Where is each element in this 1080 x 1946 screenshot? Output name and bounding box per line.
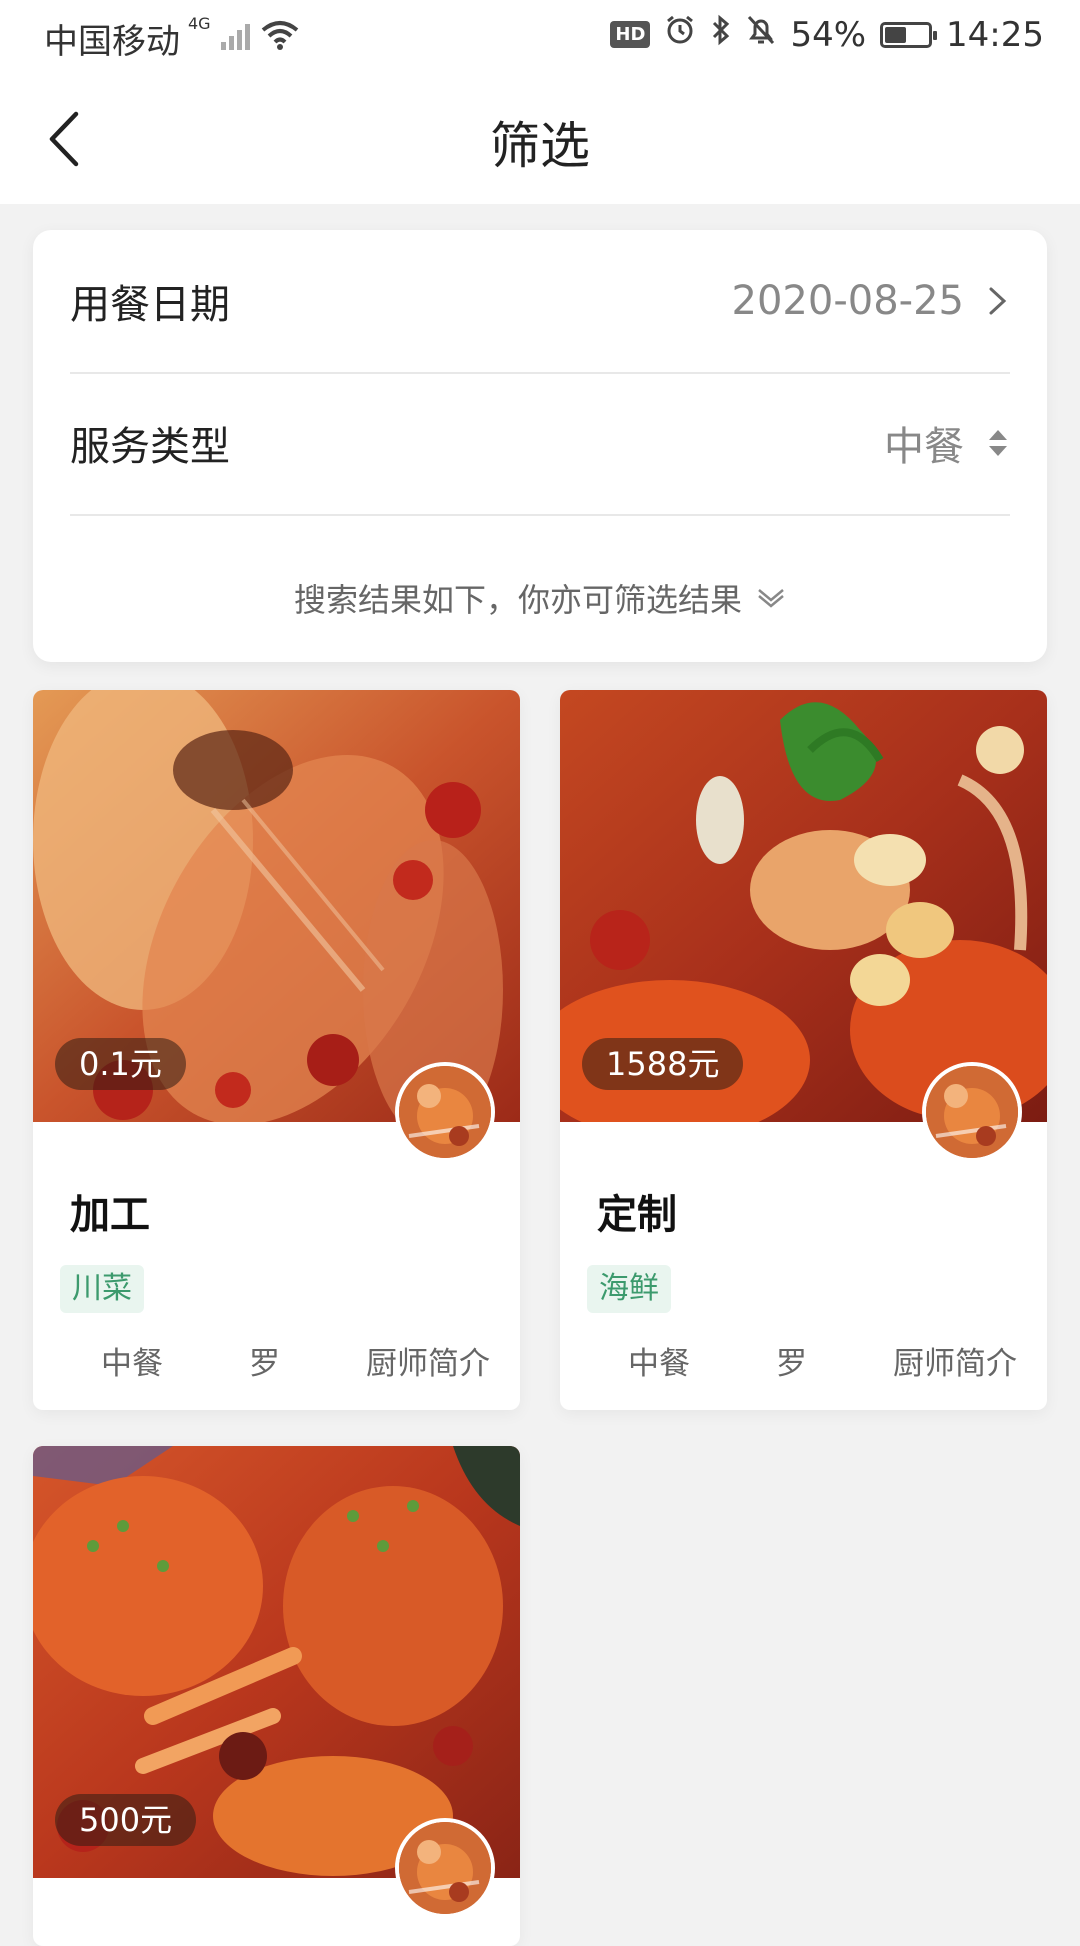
- chef-avatar[interactable]: [395, 1818, 495, 1918]
- cuisine-tag: 川菜: [60, 1265, 144, 1313]
- sort-arrows-icon: [989, 430, 1007, 456]
- alarm-icon: [664, 14, 696, 55]
- status-bar: 中国移动 4G HD 54% 14:25: [0, 0, 1080, 76]
- mute-bell-icon: [746, 14, 776, 55]
- date-filter-row[interactable]: 用餐日期 2020-08-25: [70, 230, 1010, 374]
- product-card[interactable]: 500元: [33, 1446, 520, 1946]
- price-badge: 500元: [55, 1794, 197, 1846]
- result-hint-text: 搜索结果如下，你亦可筛选结果: [293, 581, 742, 619]
- wifi-icon: [261, 19, 299, 59]
- product-card[interactable]: 1588元 定制 海鲜 中餐 罗 厨师简介: [560, 690, 1047, 1410]
- status-left: 中国移动 4G: [44, 14, 299, 63]
- chevron-down-icon: [758, 589, 784, 608]
- filter-card: 用餐日期 2020-08-25 服务类型 中餐 搜索结果如下，你亦可筛选结果: [33, 230, 1047, 662]
- signal-icon: [219, 19, 253, 59]
- product-name: 加工: [70, 1192, 150, 1238]
- date-value-wrap: 2020-08-25: [732, 278, 1010, 324]
- battery-icon: [880, 21, 938, 48]
- service-value-wrap: 中餐: [884, 414, 1010, 472]
- date-value: 2020-08-25: [731, 278, 964, 324]
- chef-intro-link[interactable]: 厨师简介: [366, 1338, 490, 1383]
- carrier-label: 中国移动: [44, 22, 180, 62]
- nav-header: 筛选: [0, 76, 1080, 204]
- clock-time: 14:25: [946, 14, 1044, 55]
- service-filter-row[interactable]: 服务类型 中餐: [70, 372, 1010, 516]
- product-meta-row: 中餐 罗 厨师简介: [560, 1338, 1047, 1383]
- bluetooth-icon: [710, 14, 732, 55]
- chef-intro-link[interactable]: 厨师简介: [893, 1338, 1017, 1383]
- cuisine-type: 中餐: [101, 1346, 163, 1382]
- chevron-right-icon: [989, 287, 1007, 315]
- battery-fill: [885, 26, 906, 43]
- product-card[interactable]: 0.1元 加工 川菜 中餐 罗 厨师简介: [33, 690, 520, 1410]
- hd-badge: HD: [610, 21, 651, 48]
- product-meta-row: 中餐 罗 厨师简介: [33, 1338, 520, 1383]
- battery-percent: 54%: [790, 14, 867, 55]
- chef-name: 罗: [776, 1346, 807, 1382]
- service-value: 中餐: [884, 424, 964, 470]
- chef-name: 罗: [249, 1346, 280, 1382]
- cuisine-tag: 海鲜: [587, 1265, 671, 1313]
- date-label: 用餐日期: [70, 282, 230, 328]
- price-badge: 0.1元: [55, 1038, 186, 1090]
- status-right: HD 54% 14:25: [610, 14, 1044, 55]
- product-name: 定制: [597, 1192, 677, 1238]
- result-filter-toggle[interactable]: 搜索结果如下，你亦可筛选结果: [33, 575, 1047, 621]
- cuisine-type: 中餐: [628, 1346, 690, 1382]
- network-type: 4G: [188, 14, 211, 33]
- chef-avatar[interactable]: [395, 1062, 495, 1162]
- chef-avatar[interactable]: [922, 1062, 1022, 1162]
- price-badge: 1588元: [582, 1038, 744, 1090]
- page-title: 筛选: [490, 117, 590, 175]
- service-label: 服务类型: [70, 424, 230, 470]
